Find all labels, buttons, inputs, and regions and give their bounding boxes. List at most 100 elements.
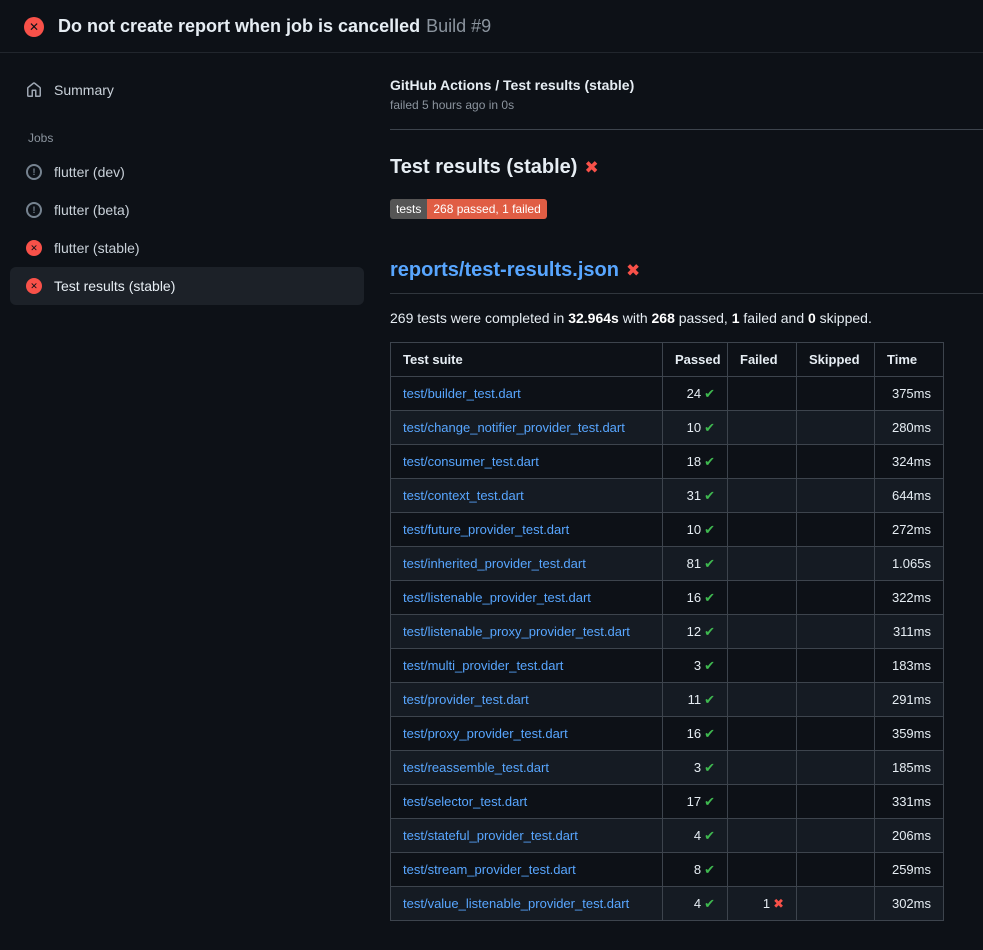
failed-cell bbox=[728, 445, 797, 479]
sidebar-job-item[interactable]: ✕ Test results (stable) bbox=[10, 267, 364, 305]
check-icon: ✔ bbox=[704, 386, 715, 401]
table-row: test/builder_test.dart 24✔ 375ms bbox=[391, 377, 944, 411]
suite-link[interactable]: test/stream_provider_test.dart bbox=[403, 862, 576, 877]
table-row: test/proxy_provider_test.dart 16✔ 359ms bbox=[391, 717, 944, 751]
time-cell: 1.065s bbox=[875, 547, 944, 581]
failed-cell bbox=[728, 785, 797, 819]
badge-value: 268 passed, 1 failed bbox=[427, 199, 546, 219]
suite-link[interactable]: test/builder_test.dart bbox=[403, 386, 521, 401]
sidebar: Summary Jobs ! flutter (dev) ! flutter (… bbox=[0, 53, 376, 305]
failed-cell bbox=[728, 547, 797, 581]
check-icon: ✔ bbox=[704, 794, 715, 809]
sidebar-job-item[interactable]: ! flutter (beta) bbox=[10, 191, 364, 229]
breadcrumb: GitHub Actions / Test results (stable) bbox=[390, 77, 983, 93]
table-row: test/selector_test.dart 17✔ 331ms bbox=[391, 785, 944, 819]
skipped-cell bbox=[797, 751, 875, 785]
suite-link[interactable]: test/selector_test.dart bbox=[403, 794, 527, 809]
failed-cell bbox=[728, 581, 797, 615]
table-row: test/listenable_provider_test.dart 16✔ 3… bbox=[391, 581, 944, 615]
section-title: Test results (stable)✖ bbox=[390, 156, 983, 179]
report-link[interactable]: reports/test-results.json bbox=[390, 259, 619, 281]
sidebar-job-item[interactable]: ✕ flutter (stable) bbox=[10, 229, 364, 267]
suite-link[interactable]: test/listenable_provider_test.dart bbox=[403, 590, 591, 605]
suite-link[interactable]: test/reassemble_test.dart bbox=[403, 760, 549, 775]
failed-cell: 1✖ bbox=[728, 887, 797, 921]
table-row: test/listenable_proxy_provider_test.dart… bbox=[391, 615, 944, 649]
skipped-cell bbox=[797, 445, 875, 479]
jobs-section-label: Jobs bbox=[28, 131, 364, 145]
failed-cell bbox=[728, 751, 797, 785]
main-content: GitHub Actions / Test results (stable) f… bbox=[376, 53, 983, 921]
suite-link[interactable]: test/value_listenable_provider_test.dart bbox=[403, 896, 629, 911]
job-label: Test results (stable) bbox=[54, 278, 175, 294]
run-meta: failed 5 hours ago in 0s bbox=[390, 98, 983, 112]
suite-link[interactable]: test/multi_provider_test.dart bbox=[403, 658, 563, 673]
suite-link[interactable]: test/listenable_proxy_provider_test.dart bbox=[403, 624, 630, 639]
table-row: test/context_test.dart 31✔ 644ms bbox=[391, 479, 944, 513]
home-icon bbox=[26, 82, 42, 98]
time-cell: 311ms bbox=[875, 615, 944, 649]
suite-link[interactable]: test/provider_test.dart bbox=[403, 692, 529, 707]
table-row: test/multi_provider_test.dart 3✔ 183ms bbox=[391, 649, 944, 683]
suite-link[interactable]: test/inherited_provider_test.dart bbox=[403, 556, 586, 571]
summary-text: failed and bbox=[740, 310, 809, 326]
summary-duration: 32.964s bbox=[568, 310, 619, 326]
table-row: test/stream_provider_test.dart 8✔ 259ms bbox=[391, 853, 944, 887]
tests-badge: tests 268 passed, 1 failed bbox=[390, 199, 547, 219]
table-row: test/inherited_provider_test.dart 81✔ 1.… bbox=[391, 547, 944, 581]
skipped-cell bbox=[797, 717, 875, 751]
check-icon: ✔ bbox=[704, 522, 715, 537]
check-icon: ✔ bbox=[704, 862, 715, 877]
failed-cell bbox=[728, 819, 797, 853]
passed-cell: 12✔ bbox=[663, 615, 728, 649]
suite-link[interactable]: test/consumer_test.dart bbox=[403, 454, 539, 469]
check-icon: ✔ bbox=[704, 726, 715, 741]
job-label: flutter (stable) bbox=[54, 240, 140, 256]
table-header-row: Test suite Passed Failed Skipped Time bbox=[391, 343, 944, 377]
failed-cell bbox=[728, 683, 797, 717]
job-label: flutter (dev) bbox=[54, 164, 125, 180]
suite-link[interactable]: test/proxy_provider_test.dart bbox=[403, 726, 568, 741]
col-header-time: Time bbox=[875, 343, 944, 377]
check-icon: ✔ bbox=[704, 896, 715, 911]
failed-cell bbox=[728, 649, 797, 683]
suite-link[interactable]: test/context_test.dart bbox=[403, 488, 524, 503]
suite-link[interactable]: test/change_notifier_provider_test.dart bbox=[403, 420, 625, 435]
check-icon: ✔ bbox=[704, 692, 715, 707]
skipped-cell bbox=[797, 853, 875, 887]
sidebar-item-summary[interactable]: Summary bbox=[10, 71, 364, 109]
time-cell: 259ms bbox=[875, 853, 944, 887]
skipped-cell bbox=[797, 479, 875, 513]
check-icon: ✔ bbox=[704, 760, 715, 775]
time-cell: 359ms bbox=[875, 717, 944, 751]
build-title: Do not create report when job is cancell… bbox=[58, 16, 420, 36]
x-circle-fill-icon: ✕ bbox=[26, 278, 42, 294]
check-icon: ✔ bbox=[704, 420, 715, 435]
table-row: test/future_provider_test.dart 10✔ 272ms bbox=[391, 513, 944, 547]
table-row: test/provider_test.dart 11✔ 291ms bbox=[391, 683, 944, 717]
build-number: Build #9 bbox=[426, 16, 491, 36]
page-title: Do not create report when job is cancell… bbox=[58, 16, 491, 37]
layout: Summary Jobs ! flutter (dev) ! flutter (… bbox=[0, 53, 983, 921]
summary-text: skipped. bbox=[816, 310, 872, 326]
suite-link[interactable]: test/stateful_provider_test.dart bbox=[403, 828, 578, 843]
failed-cell bbox=[728, 513, 797, 547]
alert-circle-icon: ! bbox=[26, 202, 42, 218]
skipped-cell bbox=[797, 581, 875, 615]
skipped-cell bbox=[797, 649, 875, 683]
col-header-skipped: Skipped bbox=[797, 343, 875, 377]
failed-cell bbox=[728, 411, 797, 445]
sidebar-job-item[interactable]: ! flutter (dev) bbox=[10, 153, 364, 191]
skipped-cell bbox=[797, 683, 875, 717]
failed-cell bbox=[728, 717, 797, 751]
table-row: test/stateful_provider_test.dart 4✔ 206m… bbox=[391, 819, 944, 853]
suite-link[interactable]: test/future_provider_test.dart bbox=[403, 522, 569, 537]
col-header-suite: Test suite bbox=[391, 343, 663, 377]
results-table: Test suite Passed Failed Skipped Time te… bbox=[390, 342, 944, 921]
passed-cell: 11✔ bbox=[663, 683, 728, 717]
section-title-text: Test results (stable) bbox=[390, 156, 577, 178]
passed-cell: 4✔ bbox=[663, 887, 728, 921]
skipped-cell bbox=[797, 615, 875, 649]
check-icon: ✔ bbox=[704, 658, 715, 673]
job-label: flutter (beta) bbox=[54, 202, 129, 218]
